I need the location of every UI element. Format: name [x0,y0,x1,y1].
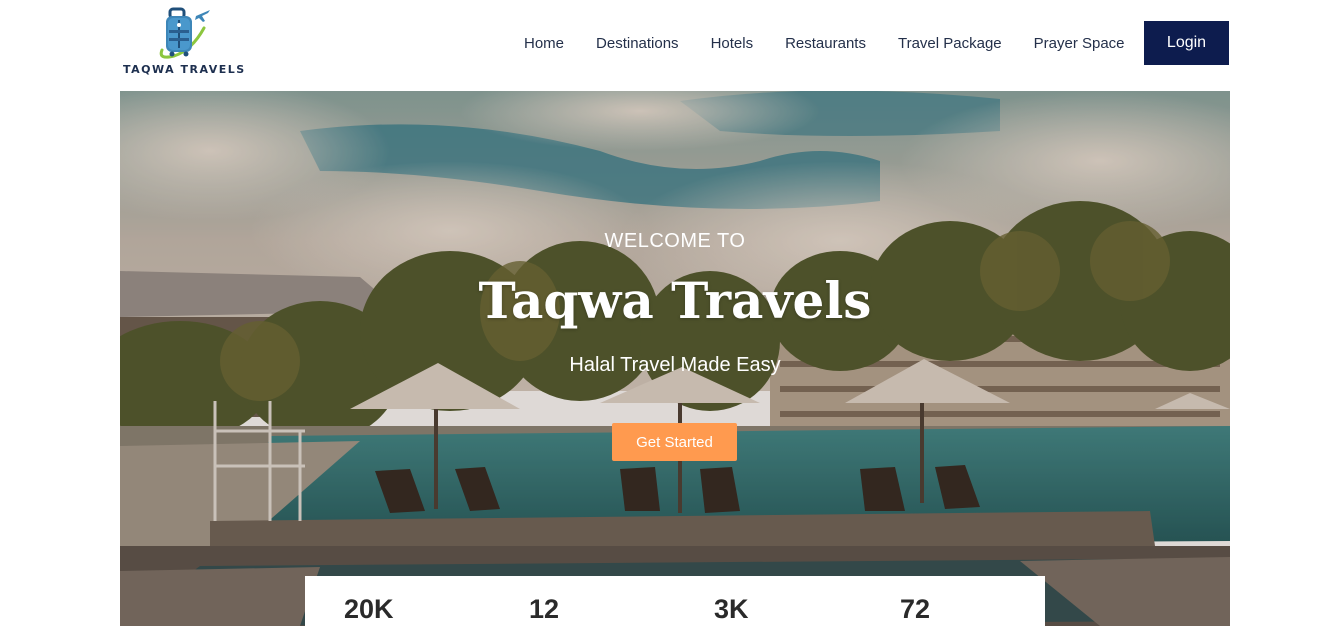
suitcase-airplane-icon [159,7,210,59]
stat-value: 72 [900,594,931,624]
nav-restaurants[interactable]: Restaurants [785,35,866,52]
hero-title: Taqwa Travels [478,271,872,330]
brand-name: TAQWA TRAVELS [123,63,246,76]
page: TAQWA TRAVELS Home Destinations Hotels R… [0,0,1343,629]
main-nav: Home Destinations Hotels Restaurants Tra… [508,21,1141,65]
hero-section: WELCOME TO Taqwa Travels Halal Travel Ma… [120,91,1230,626]
nav-hotels[interactable]: Hotels [711,35,754,52]
login-button[interactable]: Login [1144,21,1229,65]
hero-welcome-text: WELCOME TO [604,230,746,252]
nav-home[interactable]: Home [524,35,564,52]
site-header: TAQWA TRAVELS Home Destinations Hotels R… [0,0,1343,91]
stat-value: 12 [529,594,560,624]
stat-value: 3K [714,594,749,624]
nav-prayer-space[interactable]: Prayer Space [1034,35,1125,52]
brand-logo[interactable]: TAQWA TRAVELS [120,6,250,78]
nav-destinations[interactable]: Destinations [596,35,679,52]
get-started-button[interactable]: Get Started [612,423,737,461]
stats-card: 20K 12 3K 72 [305,576,1045,629]
hero-subtitle: Halal Travel Made Easy [569,354,781,376]
stat-value: 20K [344,594,394,624]
nav-travel-package[interactable]: Travel Package [898,35,1002,52]
